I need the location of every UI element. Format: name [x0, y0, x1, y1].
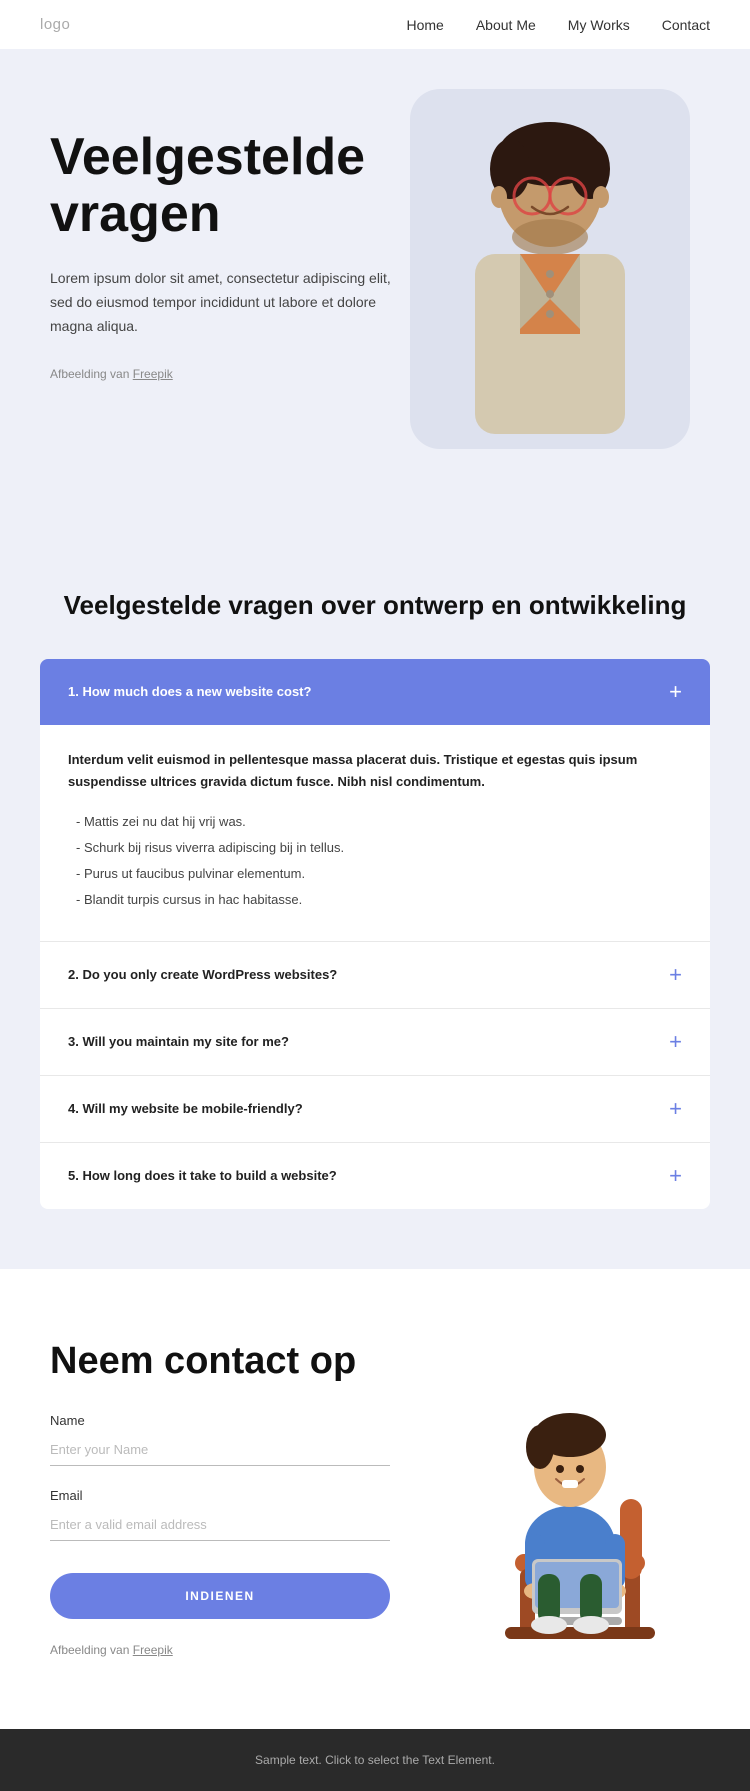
- contact-credit: Afbeelding van Freepik: [50, 1643, 390, 1657]
- nav-links: Home About Me My Works Contact: [406, 17, 710, 33]
- nav-works[interactable]: My Works: [568, 17, 630, 33]
- faq-question-5[interactable]: 5. How long does it take to build a webs…: [40, 1143, 710, 1209]
- faq-answer-list-item: Purus ut faucibus pulvinar elementum.: [68, 861, 682, 887]
- faq-main-title: Veelgestelde vragen over ontwerp en ontw…: [40, 589, 710, 623]
- faq-question-label: 4. Will my website be mobile-friendly?: [68, 1101, 303, 1116]
- faq-item: 2. Do you only create WordPress websites…: [40, 942, 710, 1009]
- faq-answer-bold: Interdum velit euismod in pellentesque m…: [68, 749, 682, 793]
- email-form-group: Email: [50, 1488, 390, 1541]
- hero-title: Veelgestelde vragen: [50, 129, 410, 243]
- contact-image: [440, 1339, 700, 1669]
- footer: Sample text. Click to select the Text El…: [0, 1729, 750, 1791]
- name-label: Name: [50, 1413, 390, 1428]
- email-input[interactable]: [50, 1509, 390, 1541]
- faq-item: 1. How much does a new website cost? + Int…: [40, 659, 710, 942]
- faq-question-3[interactable]: 3. Will you maintain my site for me? +: [40, 1009, 710, 1075]
- faq-item: 3. Will you maintain my site for me? +: [40, 1009, 710, 1076]
- faq-question-4[interactable]: 4. Will my website be mobile-friendly? +: [40, 1076, 710, 1142]
- footer-text: Sample text. Click to select the Text El…: [40, 1753, 710, 1767]
- faq-question-label: 2. Do you only create WordPress websites…: [68, 967, 337, 982]
- contact-title: Neem contact op: [50, 1339, 390, 1385]
- faq-plus-icon: +: [669, 1098, 682, 1120]
- contact-credit-link[interactable]: Freepik: [133, 1643, 173, 1657]
- faq-question-label: 5. How long does it take to build a webs…: [68, 1168, 337, 1183]
- faq-section: Veelgestelde vragen over ontwerp en ontw…: [0, 529, 750, 1269]
- faq-answer-list-item: Schurk bij risus viverra adipiscing bij …: [68, 835, 682, 861]
- hero-credit: Afbeelding van Freepik: [50, 367, 410, 381]
- faq-question-1[interactable]: 1. How much does a new website cost? +: [40, 659, 710, 725]
- contact-section: Neem contact op Name Email INDIENEN Afbe…: [0, 1269, 750, 1729]
- nav-about[interactable]: About Me: [476, 17, 536, 33]
- nav-contact[interactable]: Contact: [662, 17, 710, 33]
- faq-answer-list-item: Blandit turpis cursus in hac habitasse.: [68, 887, 682, 913]
- faq-item: 4. Will my website be mobile-friendly? +: [40, 1076, 710, 1143]
- faq-plus-icon: +: [669, 1165, 682, 1187]
- email-label: Email: [50, 1488, 390, 1503]
- hero-text: Veelgestelde vragen Lorem ipsum dolor si…: [50, 109, 410, 381]
- name-form-group: Name: [50, 1413, 390, 1466]
- faq-plus-icon: +: [669, 964, 682, 986]
- navigation: logo Home About Me My Works Contact: [0, 0, 750, 49]
- faq-question-label: 3. Will you maintain my site for me?: [68, 1034, 289, 1049]
- nav-home[interactable]: Home: [406, 17, 443, 33]
- faq-answer: Interdum velit euismod in pellentesque m…: [40, 725, 710, 941]
- submit-button[interactable]: INDIENEN: [50, 1573, 390, 1619]
- faq-answer-list-item: Mattis zei nu dat hij vrij was.: [68, 809, 682, 835]
- contact-form-column: Neem contact op Name Email INDIENEN Afbe…: [50, 1339, 390, 1657]
- faq-plus-icon: +: [669, 681, 682, 703]
- hero-image: [410, 89, 690, 449]
- faq-container: 1. How much does a new website cost? + Int…: [40, 659, 710, 1209]
- hero-credit-link[interactable]: Freepik: [133, 367, 173, 381]
- faq-plus-icon: +: [669, 1031, 682, 1053]
- faq-item: 5. How long does it take to build a webs…: [40, 1143, 710, 1209]
- hero-section: Veelgestelde vragen Lorem ipsum dolor si…: [0, 49, 750, 529]
- hero-description: Lorem ipsum dolor sit amet, consectetur …: [50, 267, 410, 338]
- faq-question-label: 1. How much does a new website cost?: [68, 684, 311, 699]
- logo: logo: [40, 16, 70, 33]
- faq-answer-list: Mattis zei nu dat hij vrij was.Schurk bi…: [68, 809, 682, 913]
- faq-question-2[interactable]: 2. Do you only create WordPress websites…: [40, 942, 710, 1008]
- name-input[interactable]: [50, 1434, 390, 1466]
